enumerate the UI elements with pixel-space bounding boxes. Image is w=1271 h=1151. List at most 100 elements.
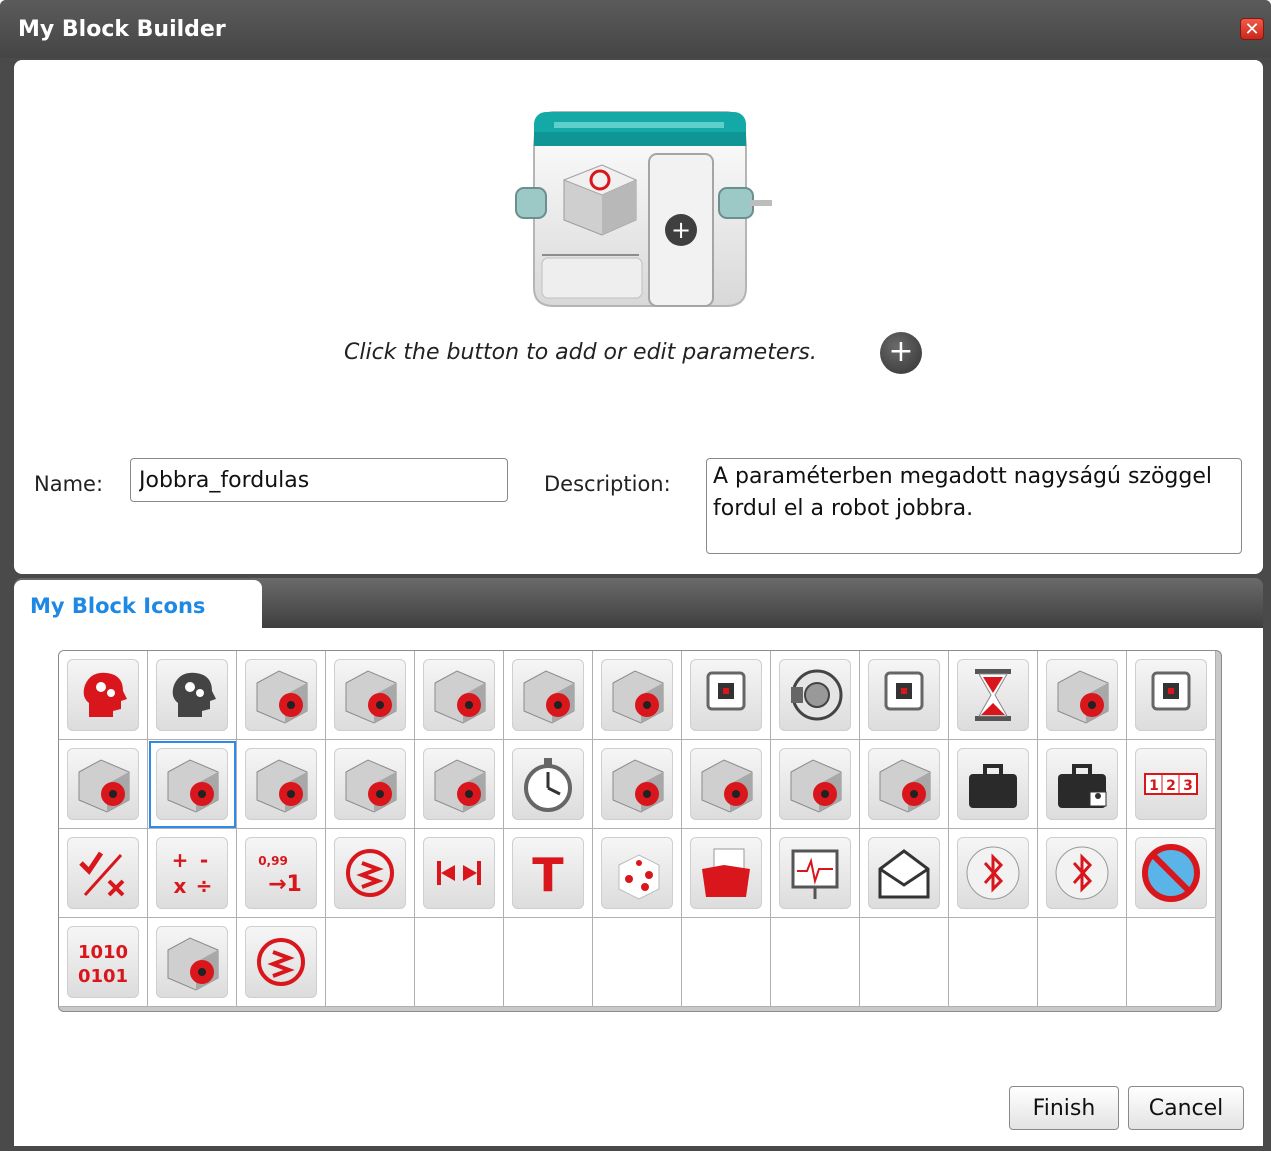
empty-icon-cell [771,918,860,1007]
icon-cell[interactable] [949,651,1038,740]
compare-alt-icon [245,926,317,998]
loop-interrupt-icon [1046,659,1118,731]
icon-cell[interactable]: 0,99 →1 [237,829,326,918]
svg-text:2: 2 [1166,778,1176,794]
icon-cell[interactable] [415,829,504,918]
move-steering-icon [512,659,584,731]
icon-cell[interactable] [593,651,682,740]
icon-cell[interactable] [59,740,148,829]
plus-icon: + [888,334,914,369]
icon-cell[interactable] [326,651,415,740]
icon-cell[interactable] [682,651,771,740]
math-icon: + - x ÷ [156,837,228,909]
messaging-envelope-icon [868,837,940,909]
dialog-title: My Block Builder [18,17,226,42]
icon-cell[interactable] [148,740,237,829]
icon-cell[interactable] [237,918,326,1007]
icon-cell[interactable] [1038,829,1127,918]
svg-text:1: 1 [1149,778,1159,794]
my-block-builder-dialog: My Block Builder ✕ + Click the button to… [0,0,1271,1151]
ultrasonic-sensor-icon [67,748,139,820]
range-icon [423,837,495,909]
icon-cell[interactable] [415,651,504,740]
icon-cell[interactable] [148,918,237,1007]
icon-cell[interactable] [593,740,682,829]
block-preview-panel: + Click the button to add or edit parame… [14,60,1263,574]
bluetooth-icon [957,837,1029,909]
large-motor-icon [334,659,406,731]
compare-icon [334,837,406,909]
icon-cell[interactable] [1127,829,1216,918]
icons-panel: 1 2 3 + - x ÷ 0,99 →1 T 1010 0101 Finish Cancel [14,628,1263,1146]
tab-label: My Block Icons [30,594,206,618]
brick-buttons-icon [868,659,940,731]
icon-cell[interactable] [860,651,949,740]
empty-icon-cell [860,918,949,1007]
tab-strip: My Block Icons [14,578,1263,628]
icon-cell[interactable] [771,740,860,829]
finish-button[interactable]: Finish [1009,1086,1119,1130]
close-button[interactable]: ✕ [1240,18,1264,40]
bluetooth-wrench-icon [1046,837,1118,909]
icon-cell[interactable] [682,829,771,918]
empty-icon-cell [1127,918,1216,1007]
icon-cell[interactable] [148,651,237,740]
icon-cell[interactable] [504,651,593,740]
icon-cell[interactable]: + - x ÷ [148,829,237,918]
data-logging-icon [779,837,851,909]
nxt-sound-sensor-icon [779,748,851,820]
icon-cell[interactable] [326,740,415,829]
color-sensor-icon [690,748,762,820]
icon-cell[interactable] [59,829,148,918]
description-input[interactable]: A paraméterben megadott nagyságú szöggel… [706,458,1242,554]
brain-gears-red-icon [67,659,139,731]
icon-cell[interactable] [237,651,326,740]
svg-text:T: T [532,848,564,902]
icon-cell[interactable] [1038,740,1127,829]
cancel-button[interactable]: Cancel [1128,1086,1244,1130]
name-input[interactable] [130,458,508,502]
logic-operations-icon [67,837,139,909]
icon-cell[interactable] [237,740,326,829]
icon-cell[interactable] [860,740,949,829]
icon-cell[interactable]: 1010 0101 [59,918,148,1007]
medium-motor-rotation-icon [423,748,495,820]
icon-cell[interactable] [59,651,148,740]
icon-cell[interactable] [771,651,860,740]
icon-cell[interactable] [593,829,682,918]
touch-sensor-icon [601,748,673,820]
empty-icon-cell [593,918,682,1007]
text-icon: T [512,837,584,909]
random-dice-icon [601,837,673,909]
icon-cell[interactable] [326,829,415,918]
icon-cell[interactable] [949,740,1038,829]
icon-cell[interactable] [504,740,593,829]
binary-data-icon: 1010 0101 [67,926,139,998]
icon-cell[interactable] [1038,651,1127,740]
brick-status-light-icon [1135,659,1207,731]
icon-cell[interactable] [949,829,1038,918]
empty-icon-cell [326,918,415,1007]
round-icon: 0,99 →1 [245,837,317,909]
medium-motor-icon [245,659,317,731]
icon-cell[interactable] [415,740,504,829]
empty-icon-cell [1038,918,1127,1007]
empty-icon-cell [949,918,1038,1007]
motor-control-icon [601,659,673,731]
icon-cell[interactable] [860,829,949,918]
icon-cell[interactable] [1127,651,1216,740]
gyro-sensor-icon [156,748,228,820]
icon-cell[interactable]: T [504,829,593,918]
title-bar: My Block Builder ✕ [0,0,1271,58]
file-access-icon [690,837,762,909]
motor-rotation-icon [334,748,406,820]
sound-speaker-icon [779,659,851,731]
icon-cell[interactable]: 123 [1127,740,1216,829]
add-parameter-button[interactable]: + [880,332,922,374]
icon-cell[interactable] [682,740,771,829]
hourglass-icon [957,659,1029,731]
icon-cell[interactable] [771,829,860,918]
svg-text:0,99: 0,99 [258,854,288,868]
tab-my-block-icons[interactable]: My Block Icons [14,580,262,628]
svg-text:0101: 0101 [78,966,128,987]
